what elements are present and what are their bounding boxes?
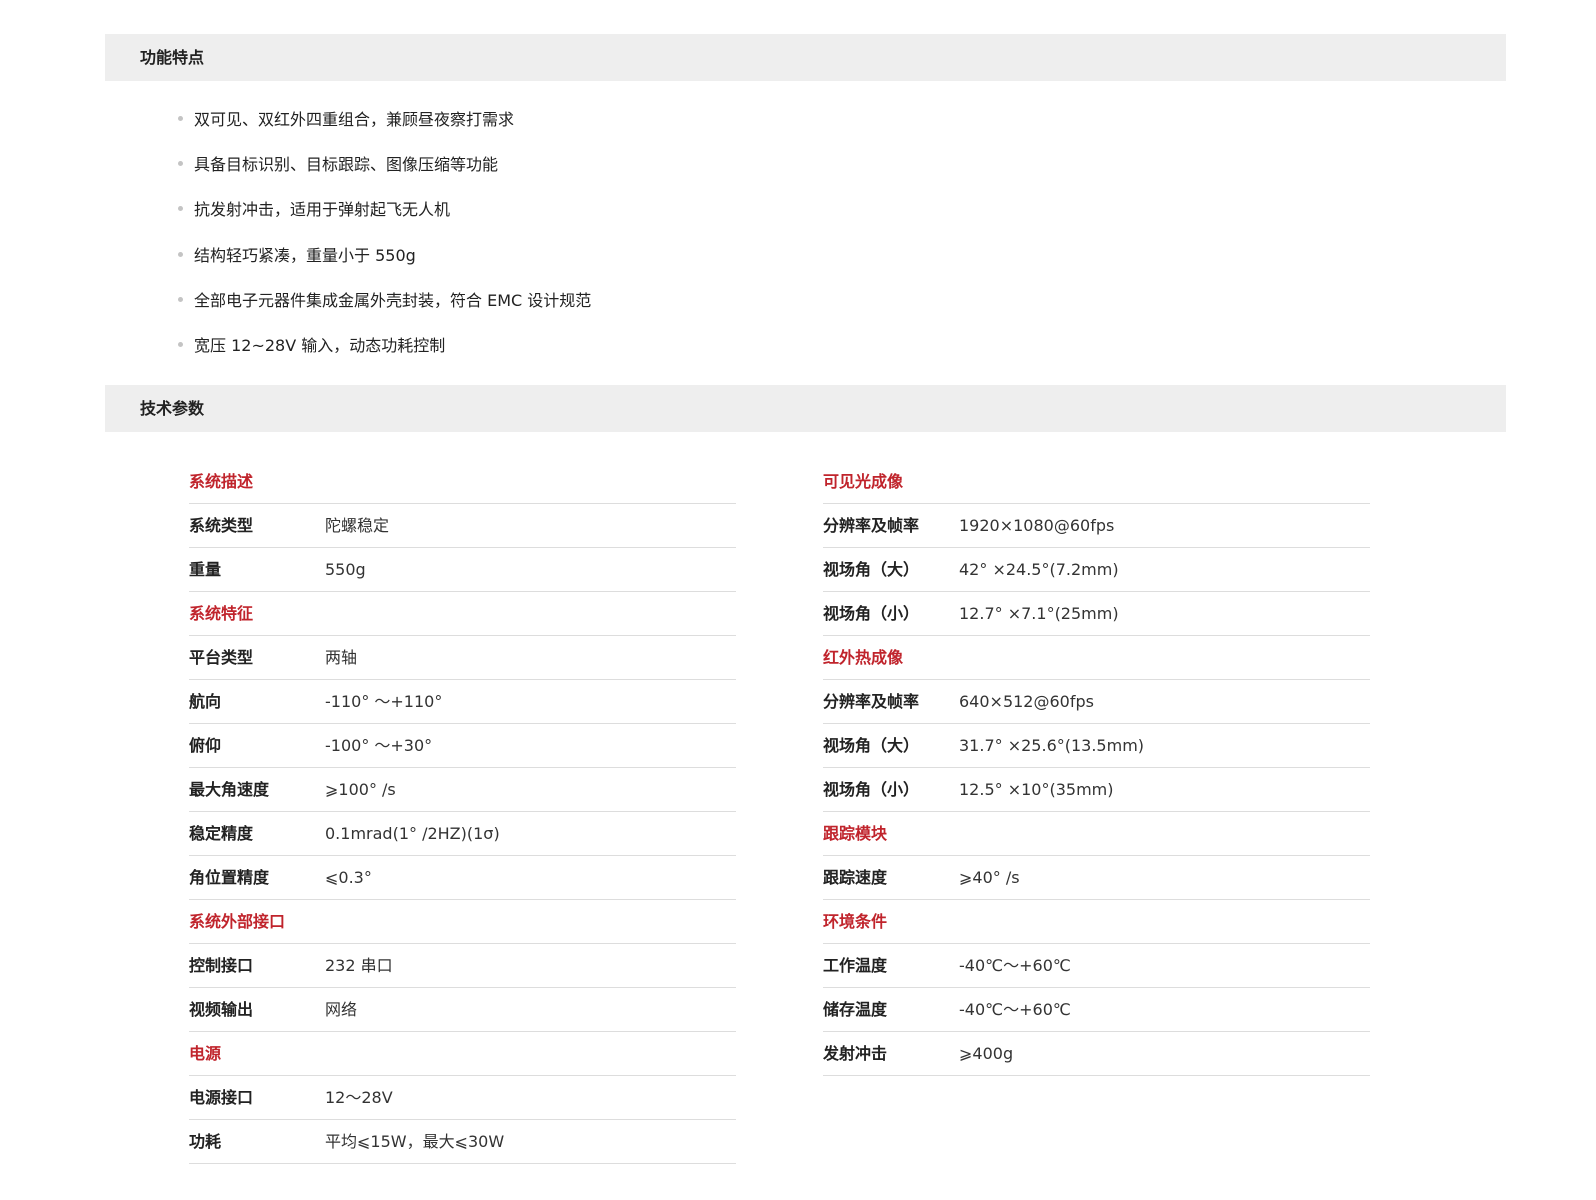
spec-label: 视频输出	[189, 1000, 254, 1019]
spec-row: 分辨率及帧率 640×512@60fps	[823, 680, 1370, 724]
spec-label: 功耗	[189, 1132, 222, 1151]
spec-group-header: 红外热成像	[823, 636, 1370, 680]
spec-label: 重量	[189, 560, 222, 579]
spec-row: 视场角（大） 42° ×24.5°(7.2mm)	[823, 548, 1370, 592]
spec-row: 航向 -110° ～+110°	[189, 680, 736, 724]
spec-row: 系统类型 陀螺稳定	[189, 504, 736, 548]
specs-section-header: 技术参数	[105, 385, 1506, 432]
spec-label: 视场角（小）	[823, 780, 920, 799]
spec-label: 最大角速度	[189, 780, 270, 799]
spec-column-left: 系统描述 系统类型 陀螺稳定 重量 550g 系统特征 平台类型 两轴 航向 -110°…	[189, 460, 736, 1164]
spec-label: 视场角（大）	[823, 560, 920, 579]
spec-label: 平台类型	[189, 648, 254, 667]
spec-value: 0.1mrad(1° /2HZ)(1σ)	[325, 824, 500, 843]
spec-value: 1920×1080@60fps	[959, 516, 1115, 535]
spec-value: -100° ～+30°	[325, 736, 433, 755]
spec-label: 视场角（小）	[823, 604, 920, 623]
spec-value: 网络	[325, 1000, 358, 1019]
spec-value: 12～28V	[325, 1088, 393, 1107]
feature-item: 抗发射冲击，适用于弹射起飞无人机	[178, 187, 591, 232]
spec-value: 31.7° ×25.6°(13.5mm)	[959, 736, 1145, 755]
spec-value: 12.5° ×10°(35mm)	[959, 780, 1114, 799]
spec-row: 视场角（小） 12.5° ×10°(35mm)	[823, 768, 1370, 812]
features-section-header: 功能特点	[105, 34, 1506, 81]
spec-label: 储存温度	[823, 1000, 888, 1019]
spec-group-header: 跟踪模块	[823, 812, 1370, 856]
spec-column-right: 可见光成像 分辨率及帧率 1920×1080@60fps 视场角（大） 42° ×2…	[823, 460, 1370, 1076]
spec-value: ⩾400g	[959, 1044, 1014, 1063]
spec-value: 两轴	[325, 648, 358, 667]
spec-row: 发射冲击 ⩾400g	[823, 1032, 1370, 1076]
bullet-icon	[178, 206, 183, 212]
spec-value: -40℃～+60℃	[959, 1000, 1071, 1019]
bullet-icon	[178, 161, 183, 167]
feature-list: 双可见、双红外四重组合，兼顾昼夜察打需求 具备目标识别、目标跟踪、图像压缩等功能…	[178, 97, 591, 368]
feature-text: 全部电子元器件集成金属外壳封装，符合 EMC 设计规范	[194, 290, 592, 310]
spec-row: 视场角（小） 12.7° ×7.1°(25mm)	[823, 592, 1370, 636]
feature-item: 双可见、双红外四重组合，兼顾昼夜察打需求	[178, 97, 591, 142]
spec-group-header: 环境条件	[823, 900, 1370, 944]
spec-value: ⩾100° /s	[325, 780, 396, 799]
spec-row: 工作温度 -40℃～+60℃	[823, 944, 1370, 988]
spec-row: 平台类型 两轴	[189, 636, 736, 680]
spec-group-header: 系统外部接口	[189, 900, 736, 944]
spec-value: 42° ×24.5°(7.2mm)	[959, 560, 1119, 579]
spec-value: -110° ～+110°	[325, 692, 443, 711]
feature-text: 双可见、双红外四重组合，兼顾昼夜察打需求	[194, 110, 515, 129]
spec-group-header: 电源	[189, 1032, 736, 1076]
spec-value: 陀螺稳定	[325, 516, 390, 535]
spec-label: 角位置精度	[189, 868, 270, 887]
bullet-icon	[178, 116, 183, 121]
feature-text: 抗发射冲击，适用于弹射起飞无人机	[194, 200, 451, 220]
spec-label: 稳定精度	[189, 824, 254, 843]
spec-row: 重量 550g	[189, 548, 736, 592]
spec-row: 角位置精度 ⩽0.3°	[189, 856, 736, 900]
bullet-icon	[178, 296, 183, 302]
spec-row: 跟踪速度 ⩾40° /s	[823, 856, 1370, 900]
spec-value: 12.7° ×7.1°(25mm)	[959, 604, 1119, 623]
feature-text: 具备目标识别、目标跟踪、图像压缩等功能	[194, 155, 499, 175]
spec-row: 俯仰 -100° ～+30°	[189, 724, 736, 768]
spec-label: 发射冲击	[823, 1044, 888, 1063]
spec-value: -40℃～+60℃	[959, 956, 1071, 975]
spec-label: 控制接口	[189, 956, 254, 975]
spec-label: 俯仰	[189, 736, 222, 755]
spec-group-header: 系统描述	[189, 460, 736, 504]
spec-value: ⩽0.3°	[325, 868, 372, 887]
spec-row: 稳定精度 0.1mrad(1° /2HZ)(1σ)	[189, 812, 736, 856]
spec-label: 电源接口	[189, 1088, 254, 1107]
spec-row: 功耗 平均⩽15W，最大⩽30W	[189, 1120, 736, 1164]
spec-row: 控制接口 232 串口	[189, 944, 736, 988]
feature-text: 结构轻巧紧凑，重量小于 550g	[194, 245, 416, 265]
feature-item: 宽压 12~28V 输入，动态功耗控制	[178, 323, 591, 368]
feature-item: 结构轻巧紧凑，重量小于 550g	[178, 233, 591, 278]
spec-label: 工作温度	[823, 956, 888, 975]
spec-value: 232 串口	[325, 956, 393, 975]
spec-value: 平均⩽15W，最大⩽30W	[325, 1132, 505, 1151]
spec-label: 航向	[189, 692, 222, 711]
spec-value: ⩾40° /s	[959, 868, 1020, 887]
spec-label: 分辨率及帧率	[823, 692, 920, 711]
spec-row: 最大角速度 ⩾100° /s	[189, 768, 736, 812]
spec-value: 550g	[325, 560, 366, 579]
spec-row: 电源接口 12～28V	[189, 1076, 736, 1120]
spec-value: 640×512@60fps	[959, 692, 1094, 711]
feature-item: 全部电子元器件集成金属外壳封装，符合 EMC 设计规范	[178, 278, 591, 323]
spec-label: 视场角（大）	[823, 736, 920, 755]
spec-label: 分辨率及帧率	[823, 516, 920, 535]
spec-group-header: 可见光成像	[823, 460, 1370, 504]
spec-row: 储存温度 -40℃～+60℃	[823, 988, 1370, 1032]
spec-label: 系统类型	[189, 516, 254, 535]
spec-label: 跟踪速度	[823, 868, 888, 887]
bullet-icon	[178, 341, 183, 347]
spec-row: 分辨率及帧率 1920×1080@60fps	[823, 504, 1370, 548]
spec-row: 视场角（大） 31.7° ×25.6°(13.5mm)	[823, 724, 1370, 768]
spec-group-header: 系统特征	[189, 592, 736, 636]
feature-text: 宽压 12~28V 输入，动态功耗控制	[194, 335, 446, 355]
bullet-icon	[178, 251, 183, 257]
feature-item: 具备目标识别、目标跟踪、图像压缩等功能	[178, 142, 591, 187]
spec-row: 视频输出 网络	[189, 988, 736, 1032]
